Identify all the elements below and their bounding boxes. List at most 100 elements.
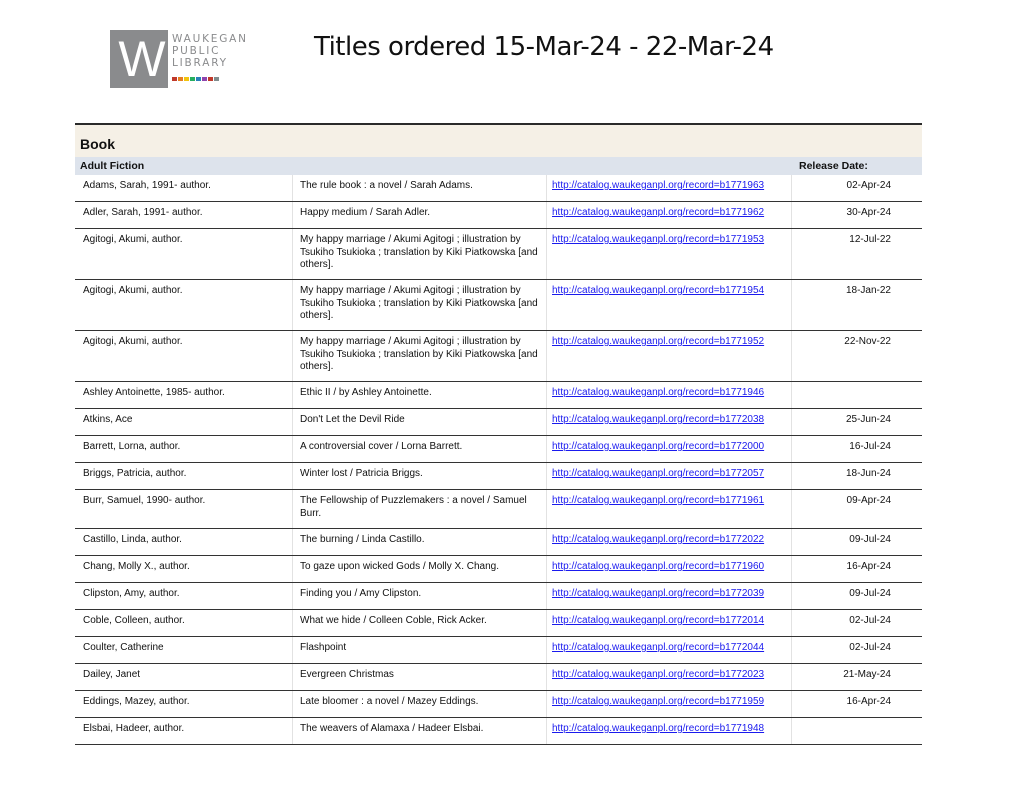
catalog-record-link[interactable]: http://catalog.waukeganpl.org/record=b17… [552,669,764,680]
catalog-link-cell: http://catalog.waukeganpl.org/record=b17… [547,229,792,279]
logo-line: LIBRARY [172,57,228,69]
title-cell: Ethic II / by Ashley Antoinette. [293,382,547,408]
catalog-record-link[interactable]: http://catalog.waukeganpl.org/record=b17… [552,207,764,218]
logo-color-swatch [202,77,207,81]
catalog-link-cell: http://catalog.waukeganpl.org/record=b17… [547,664,792,690]
release-date-cell: 09-Jul-24 [849,534,891,545]
release-date-cell: 25-Jun-24 [845,414,891,425]
author-cell: Clipston, Amy, author. [75,583,293,609]
logo-color-swatch [184,77,189,81]
logo-wordmark: WAUKEGAN PUBLIC LIBRARY [172,33,262,69]
category-header: Book [75,125,922,157]
logo-line: PUBLIC [172,45,221,57]
catalog-record-link[interactable]: http://catalog.waukeganpl.org/record=b17… [552,336,764,347]
title-cell: The burning / Linda Castillo. [293,529,547,555]
title-cell: Don't Let the Devil Ride [293,409,547,435]
catalog-record-link[interactable]: http://catalog.waukeganpl.org/record=b17… [552,468,764,479]
title-cell: My happy marriage / Akumi Agitogi ; illu… [293,280,547,330]
title-cell: The weavers of Alamaxa / Hadeer Elsbai. [293,718,547,744]
logo-mark: W [110,30,168,88]
title-cell: Winter lost / Patricia Briggs. [293,463,547,489]
catalog-link-cell: http://catalog.waukeganpl.org/record=b17… [547,436,792,462]
author-cell: Adler, Sarah, 1991- author. [75,202,293,228]
document-title: Titles ordered 15-Mar-24 - 22-Mar-24 [314,32,774,62]
title-cell: The Fellowship of Puzzlemakers : a novel… [293,490,547,528]
author-cell: Elsbai, Hadeer, author. [75,718,293,744]
author-cell: Burr, Samuel, 1990- author. [75,490,293,528]
catalog-record-link[interactable]: http://catalog.waukeganpl.org/record=b17… [552,723,764,734]
release-date-cell [792,718,922,744]
catalog-record-link[interactable]: http://catalog.waukeganpl.org/record=b17… [552,642,764,653]
table-row: Adams, Sarah, 1991- author. The rule book… [75,175,922,202]
catalog-link-cell: http://catalog.waukeganpl.org/record=b17… [547,718,792,744]
release-date-cell: 16-Apr-24 [846,696,891,707]
title-cell: Happy medium / Sarah Adler. [293,202,547,228]
release-date-cell [792,382,922,408]
title-cell: My happy marriage / Akumi Agitogi ; illu… [293,331,547,381]
table-row: Coulter, Catherine Flashpoint http://catal… [75,637,922,664]
catalog-record-link[interactable]: http://catalog.waukeganpl.org/record=b17… [552,615,764,626]
author-cell: Adams, Sarah, 1991- author. [75,175,293,201]
catalog-record-link[interactable]: http://catalog.waukeganpl.org/record=b17… [552,414,764,425]
table-row: Dailey, Janet Evergreen Christmas http://c… [75,664,922,691]
catalog-record-link[interactable]: http://catalog.waukeganpl.org/record=b17… [552,495,764,506]
title-cell: My happy marriage / Akumi Agitogi ; illu… [293,229,547,279]
catalog-record-link[interactable]: http://catalog.waukeganpl.org/record=b17… [552,234,764,245]
catalog-link-cell: http://catalog.waukeganpl.org/record=b17… [547,490,792,528]
logo-color-swatch [214,77,219,81]
library-logo: W WAUKEGAN PUBLIC LIBRARY [110,30,260,90]
table-row: Coble, Colleen, author. What we hide / Co… [75,610,922,637]
title-cell: To gaze upon wicked Gods / Molly X. Chan… [293,556,547,582]
author-cell: Atkins, Ace [75,409,293,435]
logo-color-swatch [178,77,183,81]
release-date-cell: 02-Jul-24 [849,615,891,626]
release-date-cell: 22-Nov-22 [844,336,891,347]
table-body: Adams, Sarah, 1991- author. The rule book… [75,175,922,745]
author-cell: Ashley Antoinette, 1985- author. [75,382,293,408]
catalog-link-cell: http://catalog.waukeganpl.org/record=b17… [547,331,792,381]
table-row: Elsbai, Hadeer, author. The weavers of Al… [75,718,922,745]
author-cell: Barrett, Lorna, author. [75,436,293,462]
catalog-record-link[interactable]: http://catalog.waukeganpl.org/record=b17… [552,441,764,452]
author-cell: Dailey, Janet [75,664,293,690]
release-date-cell: 02-Jul-24 [849,642,891,653]
logo-color-swatch [196,77,201,81]
catalog-link-cell: http://catalog.waukeganpl.org/record=b17… [547,409,792,435]
catalog-link-cell: http://catalog.waukeganpl.org/record=b17… [547,610,792,636]
catalog-record-link[interactable]: http://catalog.waukeganpl.org/record=b17… [552,387,764,398]
author-cell: Agitogi, Akumi, author. [75,331,293,381]
subcategory-header: Adult Fiction Release Date: [75,157,922,175]
catalog-record-link[interactable]: http://catalog.waukeganpl.org/record=b17… [552,534,764,545]
title-cell: Finding you / Amy Clipston. [293,583,547,609]
table-row: Barrett, Lorna, author. A controversial c… [75,436,922,463]
title-cell: What we hide / Colleen Coble, Rick Acker… [293,610,547,636]
logo-color-swatch [190,77,195,81]
title-cell: A controversial cover / Lorna Barrett. [293,436,547,462]
title-cell: Flashpoint [293,637,547,663]
catalog-link-cell: http://catalog.waukeganpl.org/record=b17… [547,382,792,408]
table-row: Agitogi, Akumi, author. My happy marriage… [75,280,922,331]
catalog-link-cell: http://catalog.waukeganpl.org/record=b17… [547,637,792,663]
subcategory-label: Adult Fiction [80,160,145,172]
table-row: Chang, Molly X., author. To gaze upon wic… [75,556,922,583]
release-date-header: Release Date: [799,160,868,172]
catalog-link-cell: http://catalog.waukeganpl.org/record=b17… [547,529,792,555]
logo-color-bar [172,77,219,81]
catalog-record-link[interactable]: http://catalog.waukeganpl.org/record=b17… [552,588,764,599]
release-date-cell: 18-Jun-24 [845,468,891,479]
catalog-record-link[interactable]: http://catalog.waukeganpl.org/record=b17… [552,180,764,191]
title-cell: The rule book : a novel / Sarah Adams. [293,175,547,201]
catalog-record-link[interactable]: http://catalog.waukeganpl.org/record=b17… [552,696,764,707]
titles-table: Book Adult Fiction Release Date: Adams, … [75,123,922,745]
release-date-cell: 30-Apr-24 [846,207,891,218]
release-date-cell: 16-Apr-24 [846,561,891,572]
catalog-link-cell: http://catalog.waukeganpl.org/record=b17… [547,556,792,582]
catalog-record-link[interactable]: http://catalog.waukeganpl.org/record=b17… [552,285,764,296]
catalog-link-cell: http://catalog.waukeganpl.org/record=b17… [547,202,792,228]
table-row: Ashley Antoinette, 1985- author. Ethic II… [75,382,922,409]
table-row: Clipston, Amy, author. Finding you / Amy … [75,583,922,610]
author-cell: Coble, Colleen, author. [75,610,293,636]
catalog-record-link[interactable]: http://catalog.waukeganpl.org/record=b17… [552,561,764,572]
release-date-cell: 12-Jul-22 [849,234,891,245]
catalog-link-cell: http://catalog.waukeganpl.org/record=b17… [547,691,792,717]
